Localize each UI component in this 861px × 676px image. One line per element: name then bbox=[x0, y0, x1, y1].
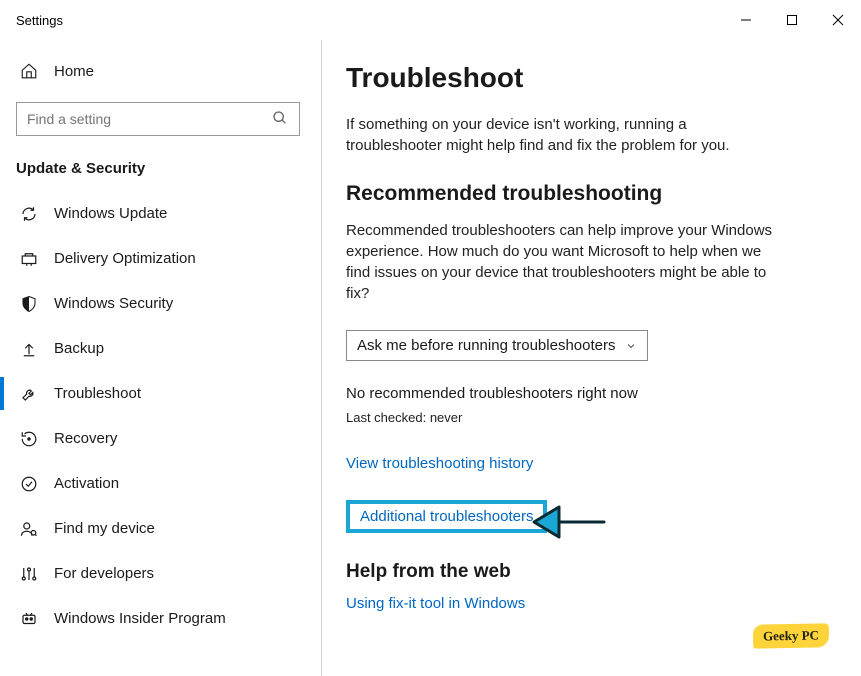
additional-troubleshooters-highlight: Additional troubleshooters bbox=[346, 500, 547, 533]
sidebar-item-label: Windows Update bbox=[54, 205, 167, 222]
sidebar-item-label: Find my device bbox=[54, 520, 155, 537]
delivery-icon bbox=[20, 250, 38, 268]
intro-text: If something on your device isn't workin… bbox=[346, 114, 786, 156]
home-icon bbox=[20, 62, 38, 80]
developers-icon bbox=[20, 565, 38, 583]
main-content: Troubleshoot If something on your device… bbox=[322, 40, 861, 676]
sidebar-item-recovery[interactable]: Recovery bbox=[16, 416, 322, 461]
sidebar-item-label: Windows Security bbox=[54, 295, 173, 312]
recovery-icon bbox=[20, 430, 38, 448]
view-history-link[interactable]: View troubleshooting history bbox=[346, 455, 533, 472]
search-input[interactable] bbox=[16, 102, 300, 136]
search-icon bbox=[272, 110, 288, 126]
recommended-desc: Recommended troubleshooters can help imp… bbox=[346, 220, 786, 304]
sidebar-item-activation[interactable]: Activation bbox=[16, 461, 322, 506]
sidebar-item-windows-security[interactable]: Windows Security bbox=[16, 281, 322, 326]
sidebar-item-label: For developers bbox=[54, 565, 154, 582]
sidebar-item-find-my-device[interactable]: Find my device bbox=[16, 506, 322, 551]
additional-troubleshooters-link[interactable]: Additional troubleshooters bbox=[360, 508, 533, 525]
find-device-icon bbox=[20, 520, 38, 538]
sidebar-item-for-developers[interactable]: For developers bbox=[16, 551, 322, 596]
sidebar-item-delivery-optimization[interactable]: Delivery Optimization bbox=[16, 236, 322, 281]
sidebar: Home Update & Security Windows Update De… bbox=[0, 40, 322, 676]
sidebar-item-label: Windows Insider Program bbox=[54, 610, 226, 627]
sync-icon bbox=[20, 205, 38, 223]
sidebar-item-troubleshoot[interactable]: Troubleshoot bbox=[16, 371, 322, 416]
sidebar-item-label: Backup bbox=[54, 340, 104, 357]
chevron-down-icon bbox=[625, 340, 637, 352]
sidebar-item-label: Activation bbox=[54, 475, 119, 492]
sidebar-item-windows-update[interactable]: Windows Update bbox=[16, 191, 322, 236]
sidebar-item-label: Troubleshoot bbox=[54, 385, 141, 402]
window-controls bbox=[723, 0, 861, 40]
sidebar-item-label: Recovery bbox=[54, 430, 117, 447]
close-button[interactable] bbox=[815, 0, 861, 40]
sidebar-item-label: Delivery Optimization bbox=[54, 250, 196, 267]
recommended-heading: Recommended troubleshooting bbox=[346, 182, 833, 206]
sidebar-item-backup[interactable]: Backup bbox=[16, 326, 322, 371]
sidebar-item-windows-insider[interactable]: Windows Insider Program bbox=[16, 596, 322, 641]
page-title: Troubleshoot bbox=[346, 62, 833, 94]
activation-icon bbox=[20, 475, 38, 493]
shield-icon bbox=[20, 295, 38, 313]
home-label: Home bbox=[54, 63, 94, 80]
help-heading: Help from the web bbox=[346, 561, 833, 583]
sidebar-section-heading: Update & Security bbox=[16, 154, 322, 191]
troubleshoot-preference-dropdown[interactable]: Ask me before running troubleshooters bbox=[346, 330, 648, 361]
window-title: Settings bbox=[16, 13, 63, 28]
minimize-button[interactable] bbox=[723, 0, 769, 40]
titlebar: Settings bbox=[0, 0, 861, 40]
troubleshoot-icon bbox=[20, 385, 38, 403]
insider-icon bbox=[20, 610, 38, 628]
home-nav[interactable]: Home bbox=[16, 52, 322, 90]
backup-icon bbox=[20, 340, 38, 358]
watermark: Geeky PC bbox=[753, 623, 829, 648]
search-field[interactable] bbox=[16, 102, 322, 136]
sidebar-divider bbox=[321, 40, 322, 676]
no-recommended-text: No recommended troubleshooters right now bbox=[346, 385, 833, 402]
last-checked-text: Last checked: never bbox=[346, 410, 833, 425]
dropdown-value: Ask me before running troubleshooters bbox=[357, 337, 615, 354]
fixit-link[interactable]: Using fix-it tool in Windows bbox=[346, 595, 525, 612]
maximize-button[interactable] bbox=[769, 0, 815, 40]
